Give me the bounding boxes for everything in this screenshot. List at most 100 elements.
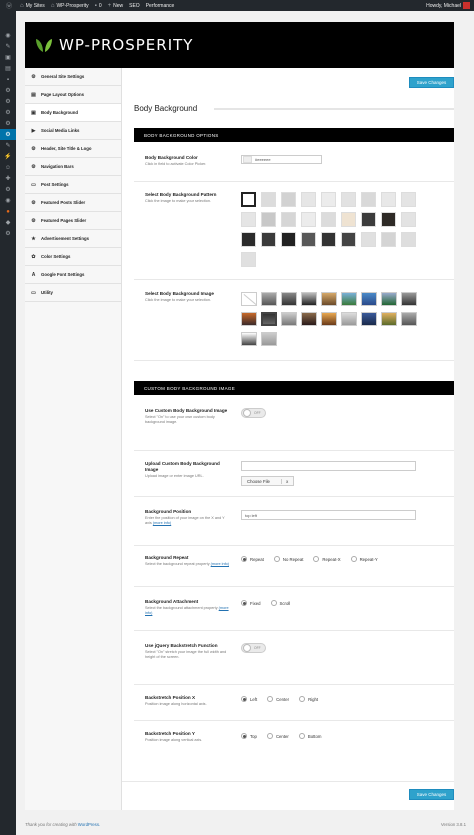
image-thumb[interactable] bbox=[341, 292, 357, 306]
gear-icon[interactable]: ⚙ bbox=[0, 107, 16, 118]
image-thumb[interactable] bbox=[381, 292, 397, 306]
radio-repeat[interactable]: Repeat bbox=[241, 556, 264, 562]
pattern-swatch[interactable] bbox=[321, 192, 336, 207]
pattern-swatch[interactable] bbox=[341, 192, 356, 207]
radio-no-repeat[interactable]: No Repeat bbox=[273, 556, 303, 562]
pattern-swatch[interactable] bbox=[261, 212, 276, 227]
radio-repeat-y[interactable]: Repeat-Y bbox=[350, 556, 378, 562]
my-sites-link[interactable]: ⌂ My Sites bbox=[20, 0, 45, 11]
position-input[interactable]: top left bbox=[241, 510, 416, 520]
pattern-swatch[interactable] bbox=[381, 212, 396, 227]
sidebar-item-body-background[interactable]: ▣ Body Background bbox=[25, 104, 121, 122]
sidebar-item-general[interactable]: ⚙ General Site Settings bbox=[25, 68, 121, 86]
sidebar-item-google-font[interactable]: A Google Font Settings bbox=[25, 266, 121, 284]
pattern-swatch[interactable] bbox=[301, 192, 316, 207]
image-thumb[interactable] bbox=[301, 312, 317, 326]
image-thumb[interactable] bbox=[361, 292, 377, 306]
radio-fixed[interactable]: Fixed bbox=[241, 600, 261, 606]
pattern-swatch[interactable] bbox=[401, 232, 416, 247]
dashboard-icon[interactable]: ◉ bbox=[0, 30, 16, 41]
image-thumb[interactable] bbox=[341, 312, 357, 326]
sidebar-item-post-settings[interactable]: ▭ Post Settings bbox=[25, 176, 121, 194]
image-thumb[interactable] bbox=[261, 292, 277, 306]
image-thumb[interactable] bbox=[261, 332, 277, 346]
sidebar-item-color[interactable]: ✿ Color Settings bbox=[25, 248, 121, 266]
radio-left[interactable]: Left bbox=[241, 696, 257, 702]
pattern-swatch[interactable] bbox=[241, 232, 256, 247]
performance-link[interactable]: Performance bbox=[146, 0, 175, 11]
image-thumb[interactable] bbox=[241, 332, 257, 346]
image-thumb[interactable] bbox=[281, 312, 297, 326]
color-picker-field[interactable]: #eeeeee bbox=[241, 155, 322, 164]
media-icon[interactable]: ▣ bbox=[0, 52, 16, 63]
sidebar-item-social-media[interactable]: ▶ Social Media Links bbox=[25, 122, 121, 140]
pattern-swatch[interactable] bbox=[301, 232, 316, 247]
sidebar-item-featured-pages[interactable]: ⚙ Featured Pages Slider bbox=[25, 212, 121, 230]
image-thumb[interactable] bbox=[321, 292, 337, 306]
save-changes-button-top[interactable]: Save Changes bbox=[409, 77, 454, 88]
pattern-swatch[interactable] bbox=[261, 232, 276, 247]
wordpress-link[interactable]: WordPress. bbox=[78, 822, 100, 827]
radio-scroll[interactable]: Scroll bbox=[270, 600, 290, 606]
image-thumb[interactable] bbox=[401, 312, 417, 326]
radio-right[interactable]: Right bbox=[299, 696, 318, 702]
pin-icon[interactable]: ✎ bbox=[0, 41, 16, 52]
new-content-link[interactable]: + New bbox=[108, 0, 124, 11]
image-thumb[interactable] bbox=[321, 312, 337, 326]
pages-icon[interactable]: ▤ bbox=[0, 63, 16, 74]
pattern-swatch[interactable] bbox=[281, 232, 296, 247]
image-thumb[interactable] bbox=[301, 292, 317, 306]
wordpress-logo[interactable]: ⓦ bbox=[6, 0, 14, 11]
theme-options-icon[interactable]: ⚙ bbox=[0, 129, 16, 140]
sidebar-item-header[interactable]: ⚙ Header, Site Title & Logo bbox=[25, 140, 121, 158]
radio-center-y[interactable]: Center bbox=[266, 733, 289, 739]
save-changes-button-bottom[interactable]: Save Changes bbox=[409, 789, 454, 800]
comments-link[interactable]: ▪ 0 bbox=[95, 0, 102, 11]
choose-file-button[interactable]: Choose File x bbox=[241, 476, 294, 486]
more-info-link[interactable]: (more info) bbox=[211, 562, 229, 566]
image-thumb[interactable] bbox=[281, 292, 297, 306]
color-swatch[interactable] bbox=[243, 156, 252, 163]
sidebar-item-advertisement[interactable]: ★ Advertisement Settings bbox=[25, 230, 121, 248]
image-thumb[interactable] bbox=[361, 312, 377, 326]
pattern-swatch[interactable] bbox=[321, 212, 336, 227]
seo-icon[interactable]: ◉ bbox=[0, 195, 16, 206]
pattern-swatch[interactable] bbox=[241, 252, 256, 267]
pattern-swatch[interactable] bbox=[381, 232, 396, 247]
image-thumb[interactable] bbox=[381, 312, 397, 326]
seo-link[interactable]: SEO bbox=[129, 0, 140, 11]
tools-icon[interactable]: ✚ bbox=[0, 173, 16, 184]
users-icon[interactable]: ☺ bbox=[0, 162, 16, 173]
image-thumb[interactable] bbox=[241, 312, 257, 326]
pattern-swatch[interactable] bbox=[401, 192, 416, 207]
pattern-swatch[interactable] bbox=[281, 192, 296, 207]
pattern-swatch[interactable] bbox=[361, 192, 376, 207]
sidebar-item-page-layout[interactable]: ▤ Page Layout Options bbox=[25, 86, 121, 104]
no-image-thumb[interactable] bbox=[241, 292, 257, 306]
pattern-swatch[interactable] bbox=[361, 212, 376, 227]
backstretch-toggle[interactable]: OFF bbox=[241, 643, 266, 653]
appearance-icon[interactable]: ✎ bbox=[0, 140, 16, 151]
pattern-swatch[interactable] bbox=[341, 232, 356, 247]
comments-icon[interactable]: ▪ bbox=[0, 74, 16, 85]
pattern-swatch[interactable] bbox=[261, 192, 276, 207]
gear-icon[interactable]: ⚙ bbox=[0, 228, 16, 239]
more-info-link[interactable]: (more info) bbox=[153, 521, 171, 525]
image-thumb[interactable] bbox=[401, 292, 417, 306]
radio-center-x[interactable]: Center bbox=[267, 696, 289, 702]
gear-icon[interactable]: ⚙ bbox=[0, 96, 16, 107]
gear-icon[interactable]: ⚙ bbox=[0, 85, 16, 96]
pattern-swatch[interactable] bbox=[361, 232, 376, 247]
pattern-swatch[interactable] bbox=[281, 212, 296, 227]
radio-repeat-x[interactable]: Repeat-X bbox=[313, 556, 341, 562]
pattern-swatch[interactable] bbox=[241, 192, 256, 207]
gear-icon[interactable]: ⚙ bbox=[0, 118, 16, 129]
upload-url-input[interactable] bbox=[241, 461, 416, 471]
pattern-swatch[interactable] bbox=[301, 212, 316, 227]
pattern-swatch[interactable] bbox=[381, 192, 396, 207]
settings-icon[interactable]: ⚙ bbox=[0, 184, 16, 195]
radio-top[interactable]: Top bbox=[241, 733, 257, 739]
pattern-swatch[interactable] bbox=[341, 212, 356, 227]
sidebar-item-navigation[interactable]: ⚙ Navigation Bars bbox=[25, 158, 121, 176]
pattern-swatch[interactable] bbox=[241, 212, 256, 227]
